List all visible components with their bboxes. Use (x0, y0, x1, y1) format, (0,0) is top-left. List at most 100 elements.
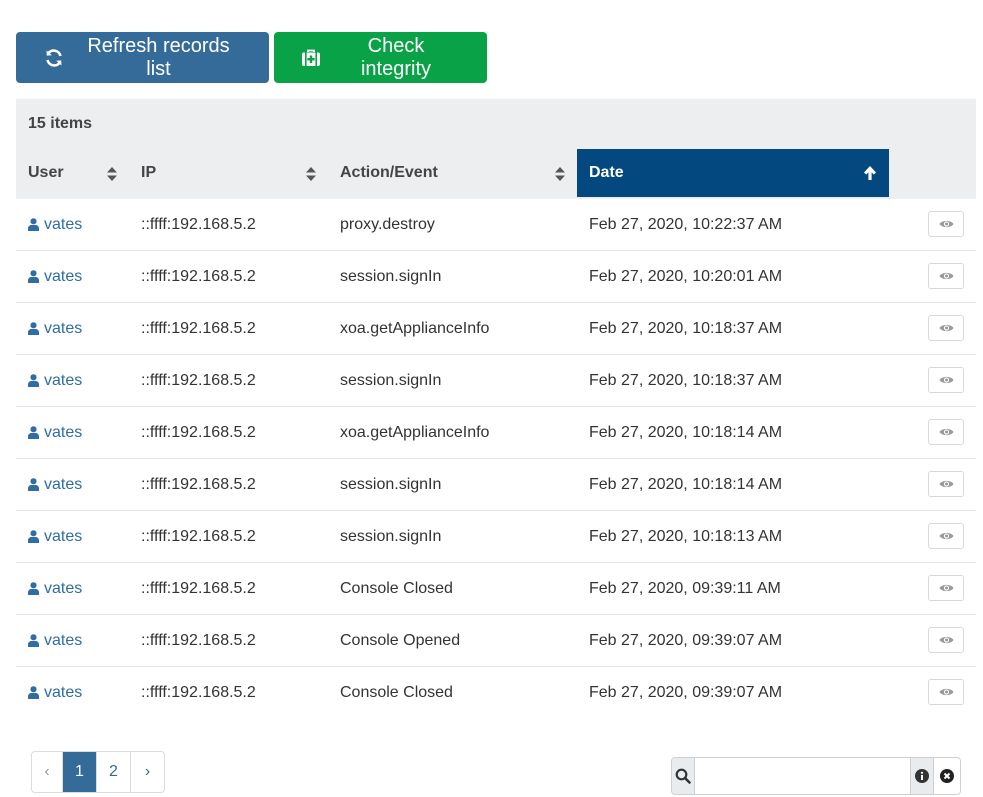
eye-icon (939, 324, 953, 332)
view-record-button[interactable] (928, 419, 964, 445)
action-cell: session.signIn (340, 475, 442, 493)
user-icon (28, 270, 39, 283)
pagination-prev[interactable]: ‹ (32, 752, 63, 792)
user-link[interactable]: vates (16, 667, 129, 718)
eye-icon (939, 636, 953, 644)
date-cell: Feb 27, 2020, 10:18:14 AM (589, 423, 783, 441)
column-header-ip[interactable]: IP (129, 149, 328, 197)
view-record-button[interactable] (928, 523, 964, 549)
records-table: 15 items User IP Action/Event Date vates… (16, 99, 976, 719)
table-row: vates::ffff:192.168.5.2 proxy.destroy Feb … (16, 199, 976, 251)
eye-icon (939, 584, 953, 592)
refresh-icon (46, 48, 62, 67)
user-link[interactable]: vates (16, 303, 129, 354)
table-row: vates::ffff:192.168.5.2 Console Closed Feb… (16, 667, 976, 719)
table-row: vates::ffff:192.168.5.2 session.signIn Feb… (16, 251, 976, 303)
user-icon (28, 218, 39, 231)
user-icon (28, 322, 39, 335)
action-cell: proxy.destroy (340, 215, 435, 233)
search-icon (672, 758, 696, 794)
view-record-button[interactable] (928, 471, 964, 497)
eye-icon (939, 220, 953, 228)
action-cell: session.signIn (340, 371, 442, 389)
action-cell: xoa.getApplianceInfo (340, 423, 490, 441)
ip-cell: ::ffff:192.168.5.2 (141, 631, 256, 649)
ip-cell: ::ffff:192.168.5.2 (141, 579, 256, 597)
user-link[interactable]: vates (16, 615, 129, 666)
date-cell: Feb 27, 2020, 10:18:37 AM (589, 319, 783, 337)
user-icon (28, 686, 39, 699)
action-cell: xoa.getApplianceInfo (340, 319, 490, 337)
ip-cell: ::ffff:192.168.5.2 (141, 527, 256, 545)
eye-icon (939, 376, 953, 384)
user-icon (28, 582, 39, 595)
date-cell: Feb 27, 2020, 10:18:13 AM (589, 527, 783, 545)
column-header-action[interactable]: Action/Event (328, 149, 577, 197)
user-link[interactable]: vates (16, 355, 129, 406)
ip-cell: ::ffff:192.168.5.2 (141, 423, 256, 441)
action-cell: Console Closed (340, 683, 453, 701)
refresh-records-button[interactable]: Refresh records list (16, 32, 269, 83)
view-record-button[interactable] (928, 263, 964, 289)
pagination-page-2[interactable]: 2 (97, 752, 131, 792)
check-integrity-button[interactable]: Check integrity (274, 32, 487, 83)
clear-search-button[interactable] (932, 758, 960, 794)
user-link[interactable]: vates (16, 511, 129, 562)
ip-cell: ::ffff:192.168.5.2 (141, 215, 256, 233)
eye-icon (939, 688, 953, 696)
refresh-records-label: Refresh records list (87, 34, 230, 80)
eye-icon (939, 272, 953, 280)
user-icon (28, 478, 39, 491)
table-row: vates::ffff:192.168.5.2 session.signIn Feb… (16, 355, 976, 407)
ip-cell: ::ffff:192.168.5.2 (141, 371, 256, 389)
date-cell: Feb 27, 2020, 10:18:37 AM (589, 371, 783, 389)
user-icon (28, 634, 39, 647)
action-cell: Console Closed (340, 579, 453, 597)
column-header-date[interactable]: Date (577, 149, 889, 197)
date-cell: Feb 27, 2020, 09:39:07 AM (589, 631, 783, 649)
user-link[interactable]: vates (16, 407, 129, 458)
pagination-page-1[interactable]: 1 (63, 752, 97, 792)
date-cell: Feb 27, 2020, 10:18:14 AM (589, 475, 783, 493)
sort-icon (306, 167, 316, 181)
user-link[interactable]: vates (16, 199, 129, 250)
action-cell: Console Opened (340, 631, 461, 649)
view-record-button[interactable] (928, 679, 964, 705)
check-integrity-label: Check integrity (360, 34, 432, 80)
user-icon (28, 530, 39, 543)
view-record-button[interactable] (928, 211, 964, 237)
column-header-user[interactable]: User (16, 149, 129, 197)
table-row: vates::ffff:192.168.5.2 session.signIn Feb… (16, 511, 976, 563)
user-link[interactable]: vates (16, 459, 129, 510)
toolbar: Refresh records list Check integrity (16, 32, 487, 83)
ip-cell: ::ffff:192.168.5.2 (141, 683, 256, 701)
date-cell: Feb 27, 2020, 09:39:07 AM (589, 683, 783, 701)
ip-cell: ::ffff:192.168.5.2 (141, 475, 256, 493)
search-box (671, 757, 961, 795)
view-record-button[interactable] (928, 575, 964, 601)
sort-icon (555, 167, 565, 181)
pagination-next[interactable]: › (131, 752, 164, 792)
user-link[interactable]: vates (16, 563, 129, 614)
user-icon (28, 374, 39, 387)
table-row: vates::ffff:192.168.5.2 xoa.getApplianceI… (16, 303, 976, 355)
items-count: 15 items (16, 99, 976, 149)
close-circle-icon (939, 769, 954, 783)
search-input[interactable] (695, 758, 911, 794)
eye-icon (939, 480, 953, 488)
view-record-button[interactable] (928, 367, 964, 393)
sort-icon (107, 167, 117, 181)
date-cell: Feb 27, 2020, 09:39:11 AM (589, 579, 781, 597)
table-header: User IP Action/Event Date (16, 149, 976, 199)
view-record-button[interactable] (928, 627, 964, 653)
action-cell: session.signIn (340, 527, 442, 545)
pagination: ‹ 1 2 › (31, 751, 165, 793)
table-row: vates::ffff:192.168.5.2 session.signIn Feb… (16, 459, 976, 511)
info-button[interactable] (910, 758, 933, 794)
user-icon (28, 426, 39, 439)
view-record-button[interactable] (928, 315, 964, 341)
date-cell: Feb 27, 2020, 10:20:01 AM (589, 267, 783, 285)
user-link[interactable]: vates (16, 251, 129, 302)
eye-icon (939, 428, 953, 436)
table-row: vates::ffff:192.168.5.2 Console Closed Feb… (16, 563, 976, 615)
